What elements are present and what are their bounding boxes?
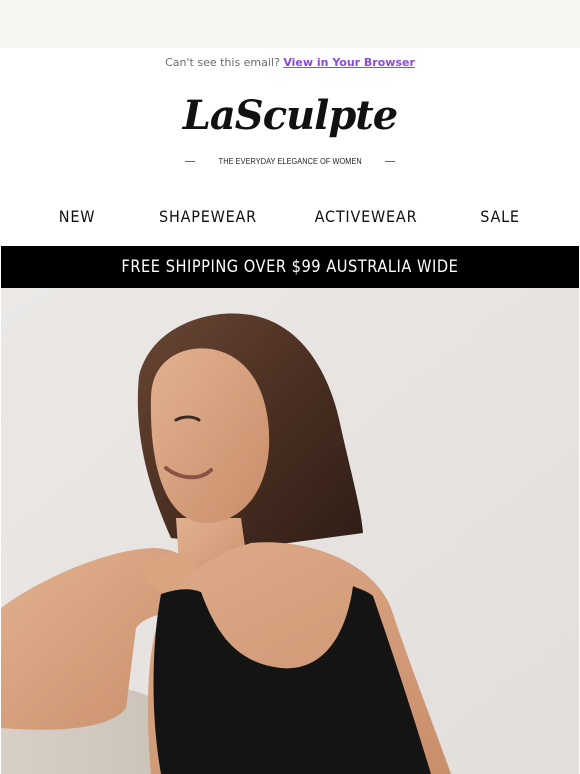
face-shape — [150, 348, 270, 523]
main-nav: NEW SHAPEWEAR ACTIVEWEAR SALE — [0, 207, 580, 235]
tagline-divider-right — [385, 160, 396, 162]
shipping-banner[interactable]: FREE SHIPPING OVER $99 AUSTRALIA WIDE — [1, 246, 579, 288]
brand-logo[interactable]: LaSculpte — [0, 92, 580, 139]
top-margin — [0, 0, 580, 48]
nav-item-sale[interactable]: SALE — [480, 207, 520, 226]
brand-tagline-row: THE EVERYDAY ELEGANCE OF WOMEN — [0, 156, 580, 166]
nav-item-shapewear[interactable]: SHAPEWEAR — [159, 207, 257, 226]
preheader: Can't see this email? View in Your Brows… — [0, 56, 580, 69]
nav-item-new[interactable]: NEW — [59, 207, 96, 226]
hero-photo — [1, 288, 579, 774]
nav-item-activewear[interactable]: ACTIVEWEAR — [315, 207, 418, 226]
preheader-text: Can't see this email? — [165, 56, 280, 69]
brand-tagline: THE EVERYDAY ELEGANCE OF WOMEN — [218, 156, 362, 166]
view-in-browser-link[interactable]: View in Your Browser — [283, 56, 415, 69]
tagline-divider-left — [184, 160, 195, 162]
email-body: Can't see this email? View in Your Brows… — [0, 48, 580, 774]
hero-image[interactable] — [1, 288, 579, 774]
shipping-banner-text: FREE SHIPPING OVER $99 AUSTRALIA WIDE — [121, 257, 459, 277]
